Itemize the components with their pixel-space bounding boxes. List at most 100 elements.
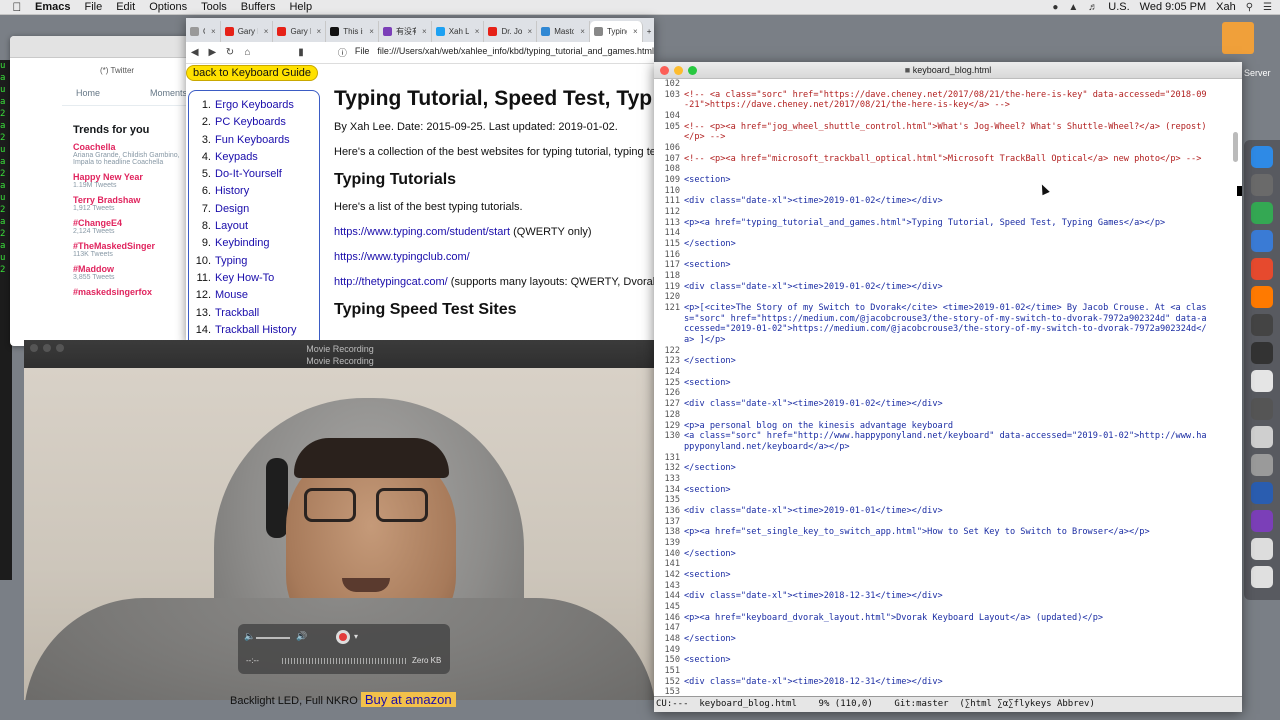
nav-item-link[interactable]: Mouse (215, 287, 248, 304)
dock-app-icon[interactable] (1251, 258, 1273, 280)
code-line[interactable]: 103 <!-- <a class="sorc" href="https://da… (654, 90, 1242, 101)
dock-app-icon[interactable] (1251, 230, 1273, 252)
trend-item[interactable]: Coachella Ariana Grande, Childish Gambino… (73, 142, 192, 166)
link-thetypingcat[interactable]: http://thetypingcat.com/ (334, 276, 448, 288)
code-line[interactable]: 147 (654, 623, 1242, 634)
code-line[interactable]: 128 (654, 410, 1242, 421)
volume-slider[interactable] (256, 637, 290, 639)
menu-help[interactable]: Help (282, 0, 319, 15)
menu-options[interactable]: Options (142, 0, 194, 15)
tab-close-icon[interactable]: × (264, 27, 269, 36)
trend-item[interactable]: Happy New Year 1.19M Tweets (73, 172, 192, 189)
input-source[interactable]: U.S. (1108, 1, 1129, 13)
volume-icon[interactable]: ♬ (1088, 2, 1098, 13)
code-line[interactable]: 149 (654, 645, 1242, 656)
scroll-thumb[interactable] (1233, 132, 1238, 162)
minimize-icon[interactable] (43, 344, 51, 352)
new-tab-button[interactable]: + (643, 21, 654, 42)
dock-app-icon[interactable] (1251, 510, 1273, 532)
trend-item[interactable]: #TheMaskedSinger 113K Tweets (73, 241, 192, 258)
link-typingclub[interactable]: https://www.typingclub.com/ (334, 251, 470, 263)
code-line[interactable]: 115 </section> (654, 239, 1242, 250)
buy-at-amazon-link[interactable]: Buy at amazon (360, 692, 456, 707)
nav-item[interactable]: 6. History (189, 183, 319, 200)
code-line[interactable]: 102 (654, 79, 1242, 90)
tab-close-icon[interactable]: × (528, 27, 533, 36)
nav-item[interactable]: 2. PC Keyboards (189, 114, 319, 131)
nav-item-link[interactable]: Layout (215, 218, 248, 235)
user-name[interactable]: Xah (1216, 1, 1236, 13)
twitter-home-link[interactable]: Home (76, 88, 100, 98)
tab-close-icon[interactable]: × (422, 27, 427, 36)
scrollbar[interactable] (1232, 82, 1240, 692)
menu-app-name[interactable]: Emacs (28, 0, 77, 15)
back-to-keyboard-guide-button[interactable]: back to Keyboard Guide (186, 65, 319, 81)
dock-app-icon[interactable] (1251, 426, 1273, 448)
nav-item[interactable]: 9. Keybinding (189, 235, 319, 252)
code-line[interactable]: 112 (654, 207, 1242, 218)
trend-item[interactable]: #ChangeE4 2,124 Tweets (73, 218, 192, 235)
code-line[interactable]: 122 (654, 346, 1242, 357)
movie-titlebar[interactable]: Movie Recording Movie Recording (24, 340, 656, 368)
code-line[interactable]: a> ]</p> (654, 335, 1242, 346)
browser-tab[interactable]: Dr. Jordan B Pete × (484, 21, 538, 42)
code-line[interactable]: 108 (654, 164, 1242, 175)
code-line[interactable]: 126 (654, 388, 1242, 399)
nav-item-link[interactable]: Ergo Keyboards (215, 97, 294, 114)
code-line[interactable]: 110 (654, 185, 1242, 197)
nav-item-link[interactable]: PC Keyboards (215, 114, 286, 131)
tab-close-icon[interactable]: × (317, 27, 322, 36)
code-line[interactable]: 119 <div class="date-xl"><time>2019-01-02… (654, 282, 1242, 293)
code-line[interactable]: 150 <section> (654, 655, 1242, 666)
nav-item[interactable]: 1. Ergo Keyboards (189, 97, 319, 114)
movie-recording-window[interactable]: Movie Recording Movie Recording 🔈 🔊 ▾ --… (24, 340, 656, 700)
code-line[interactable]: s="sorc" href="https://medium.com/@jacob… (654, 314, 1242, 325)
reload-icon[interactable]: ↻ (221, 47, 239, 58)
emacs-window[interactable]: ■ keyboard_blog.html 102 103 <!-- <a class… (654, 62, 1242, 712)
menu-edit[interactable]: Edit (109, 0, 142, 15)
nav-item[interactable]: 12. Mouse (189, 287, 319, 304)
code-line[interactable]: 135 (654, 495, 1242, 506)
nav-item-link[interactable]: Keypads (215, 149, 258, 166)
code-line[interactable]: 141 (654, 559, 1242, 570)
code-line[interactable]: 107 <!-- <p><a href="microsoft_trackball_… (654, 154, 1242, 165)
record-status-icon[interactable]: ● (1052, 2, 1058, 13)
code-line[interactable]: 133 (654, 474, 1242, 485)
code-line[interactable]: 117 <section> (654, 260, 1242, 271)
forward-icon[interactable]: ▶ (204, 47, 222, 58)
dock-app-icon[interactable] (1251, 538, 1273, 560)
nav-item-link[interactable]: Key How-To (215, 270, 274, 287)
close-icon[interactable] (660, 66, 669, 75)
code-line[interactable]: 125 <section> (654, 378, 1242, 389)
nav-item-link[interactable]: Trackball (215, 305, 259, 322)
tab-close-icon[interactable]: × (475, 27, 480, 36)
nav-item-link[interactable]: History (215, 183, 249, 200)
code-line[interactable]: 145 (654, 602, 1242, 613)
notification-center-icon[interactable]: ☰ (1263, 2, 1272, 13)
dock-app-icon[interactable] (1251, 146, 1273, 168)
editor-buffer[interactable]: 102 103 <!-- <a class="sorc" href="https:/… (654, 79, 1242, 696)
code-line[interactable]: 132 </section> (654, 463, 1242, 474)
code-line[interactable]: 134 <section> (654, 485, 1242, 496)
code-line[interactable]: 124 (654, 367, 1242, 378)
browser-tab[interactable]: Mastodon × (537, 21, 590, 42)
code-line[interactable]: 105 <!-- <p><a href="jog_wheel_shuttle_co… (654, 122, 1242, 133)
tab-close-icon[interactable]: × (633, 27, 638, 36)
code-line[interactable]: 116 (654, 250, 1242, 261)
nav-item[interactable]: 14. Trackball History (189, 322, 319, 339)
code-line[interactable]: 106 (654, 143, 1242, 154)
browser-tab[interactable]: 有没有现成的, 可 × (379, 21, 432, 42)
code-line[interactable]: 123 </section> (654, 356, 1242, 367)
clock[interactable]: Wed 9:05 PM (1140, 1, 1206, 13)
desktop-folder-icon[interactable] (1222, 22, 1254, 54)
twitter-window-titlebar[interactable] (10, 36, 200, 58)
code-line[interactable]: 104 (654, 111, 1242, 122)
nav-item-link[interactable]: Design (215, 201, 249, 218)
trend-item[interactable]: #maskedsingerfox (73, 287, 192, 297)
apple-icon[interactable]:  (6, 0, 28, 14)
nav-item[interactable]: 4. Keypads (189, 149, 319, 166)
code-line[interactable]: 137 (654, 517, 1242, 528)
dock-app-icon[interactable] (1251, 202, 1273, 224)
nav-item[interactable]: 5. Do-It-Yourself (189, 166, 319, 183)
nav-item-link[interactable]: Trackball History (215, 322, 297, 339)
